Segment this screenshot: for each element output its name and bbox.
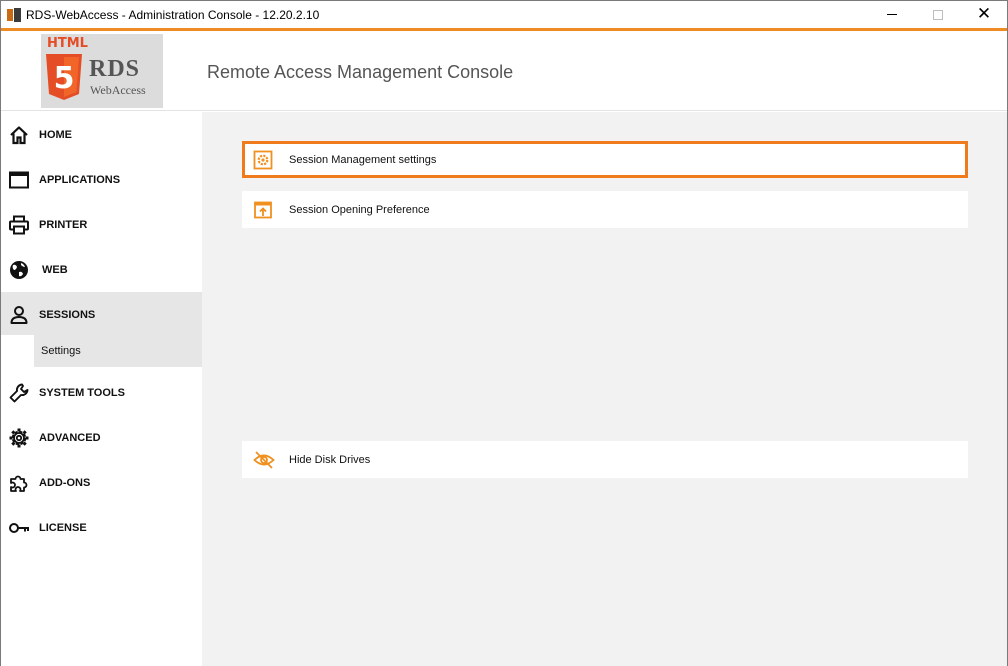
- hide-disk-drives-item[interactable]: Hide Disk Drives: [242, 441, 968, 478]
- sidebar-subitem-settings[interactable]: Settings: [34, 335, 202, 367]
- sidebar-item-add-ons[interactable]: ADD-ONS: [1, 460, 202, 505]
- setting-label: Session Management settings: [289, 153, 437, 166]
- page-title: Remote Access Management Console: [207, 62, 514, 82]
- sidebar-item-web[interactable]: WEB: [1, 247, 202, 292]
- session-management-settings-item[interactable]: Session Management settings: [242, 141, 968, 178]
- maximize-button[interactable]: [915, 1, 961, 28]
- sidebar-item-system-tools[interactable]: SYSTEM TOOLS: [1, 370, 202, 415]
- main-content: Session Management settings Session Open…: [202, 112, 1007, 666]
- logo-shield-digit: 5: [54, 61, 75, 96]
- sidebar-item-label: APPLICATIONS: [39, 173, 121, 186]
- gear-icon: [9, 428, 29, 447]
- sidebar-item-label: WEB: [42, 263, 68, 276]
- sidebar-subitem-label: Settings: [41, 345, 81, 357]
- user-icon: [10, 305, 28, 324]
- home-icon: [10, 125, 28, 144]
- close-button[interactable]: ✕: [961, 1, 1007, 28]
- setting-label: Hide Disk Drives: [289, 453, 371, 466]
- window-icon: [9, 171, 29, 188]
- logo-html-text: HTML: [47, 36, 88, 51]
- logo: HTML 5 RDS WebAccess: [41, 34, 163, 108]
- sub-indent: [1, 335, 34, 367]
- sidebar-item-printer[interactable]: PRINTER: [1, 202, 202, 247]
- puzzle-icon: [10, 475, 28, 492]
- session-opening-preference-item[interactable]: Session Opening Preference: [242, 191, 968, 228]
- html5-shield-icon: 5: [46, 54, 82, 100]
- sidebar-item-label: SESSIONS: [39, 308, 96, 321]
- logo-brand: RDS: [89, 56, 141, 82]
- sidebar-item-advanced[interactable]: ADVANCED: [1, 415, 202, 460]
- close-icon: ✕: [976, 4, 992, 24]
- sidebar-item-label: ADVANCED: [39, 431, 101, 444]
- globe-icon: [10, 260, 28, 279]
- upload-window-icon: [254, 201, 272, 218]
- key-icon: [9, 522, 29, 533]
- printer-icon: [9, 215, 29, 234]
- sidebar-item-label: LICENSE: [39, 521, 87, 534]
- sidebar-item-label: PRINTER: [39, 218, 88, 231]
- header: HTML 5 RDS WebAccess Remote Access Manag…: [1, 31, 1007, 111]
- wrench-icon: [9, 383, 29, 402]
- maximize-icon: [933, 9, 943, 20]
- sidebar-item-label: ADD-ONS: [39, 476, 91, 489]
- sidebar-item-label: SYSTEM TOOLS: [39, 386, 125, 399]
- sidebar-item-sessions[interactable]: SESSIONS: [1, 292, 202, 337]
- sidebar: HOME APPLICATIONS PRINTER WEB SESSIONS S…: [1, 112, 202, 666]
- sidebar-item-applications[interactable]: APPLICATIONS: [1, 157, 202, 202]
- sidebar-item-license[interactable]: LICENSE: [1, 505, 202, 550]
- eye-slash-icon: [253, 450, 275, 469]
- sidebar-item-home[interactable]: HOME: [1, 112, 202, 157]
- logo-brand-sub: WebAccess: [90, 83, 146, 97]
- app-window: RDS-WebAccess - Administration Console -…: [0, 0, 1008, 666]
- sidebar-item-label: HOME: [39, 128, 72, 141]
- minimize-icon: [887, 14, 897, 15]
- gear-box-icon: [253, 150, 273, 169]
- minimize-button[interactable]: [869, 1, 915, 28]
- title-bar[interactable]: RDS-WebAccess - Administration Console -…: [1, 1, 1007, 28]
- window-title: RDS-WebAccess - Administration Console -…: [26, 7, 320, 22]
- setting-label: Session Opening Preference: [289, 203, 430, 216]
- app-icon: [7, 7, 21, 22]
